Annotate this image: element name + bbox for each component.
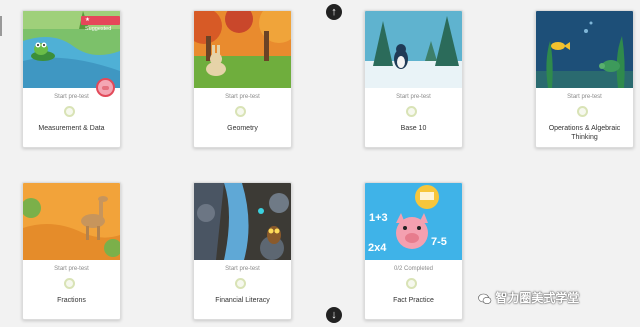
card-status: Start pre-test <box>567 94 602 100</box>
fact-text: 1+3 <box>369 212 388 224</box>
card-illustration-bunny <box>194 11 291 88</box>
card-status: Start pre-test <box>396 94 431 100</box>
medal-icon <box>64 106 75 117</box>
skill-card-measurement-data[interactable]: ★ Suggested Start pre-test Measurement &… <box>22 10 121 148</box>
wechat-icon <box>478 293 492 304</box>
card-illustration-camel <box>23 183 120 260</box>
watermark: 智力圈美式学堂 <box>478 289 579 307</box>
card-illustration-owl <box>194 183 291 260</box>
card-title: Fractions <box>57 297 86 304</box>
card-status: Start pre-test <box>225 94 260 100</box>
card-title: Measurement & Data <box>38 125 105 132</box>
card-title: Base 10 <box>400 125 427 132</box>
card-title: Fact Practice <box>393 297 434 304</box>
arrow-down-circle-icon[interactable]: ↓ <box>326 307 342 323</box>
skill-card-geometry[interactable]: Start pre-test Geometry <box>193 10 292 148</box>
skill-card-base-10[interactable]: Start pre-test Base 10 <box>364 10 463 148</box>
card-title: Geometry <box>227 125 258 132</box>
card-illustration-penguin <box>365 11 462 88</box>
scroll-edge-marker <box>0 16 2 36</box>
medal-icon <box>235 106 246 117</box>
card-title: Financial Literacy <box>215 297 270 304</box>
medal-icon <box>64 278 75 289</box>
fact-text: 2x4 <box>368 242 387 254</box>
watermark-text: 智力圈美式学堂 <box>495 291 580 305</box>
arrow-up-circle-icon[interactable]: ↑ <box>326 4 342 20</box>
card-illustration-pig: 1+3 2x4 7-5 <box>365 183 462 260</box>
fact-text: 7-5 <box>431 236 447 248</box>
medal-icon <box>406 278 417 289</box>
card-status: Start pre-test <box>225 266 260 272</box>
card-status: Start pre-test <box>54 94 89 100</box>
medal-icon <box>406 106 417 117</box>
skill-card-fractions[interactable]: Start pre-test Fractions <box>22 182 121 320</box>
card-status: 0/2 Completed <box>393 266 434 272</box>
card-title: Operations & Algebraic Thinking <box>548 125 621 141</box>
card-illustration-fish-turtle <box>536 11 633 88</box>
skill-card-financial-literacy[interactable]: Start pre-test Financial Literacy <box>193 182 292 320</box>
medal-icon <box>235 278 246 289</box>
medal-icon <box>577 106 588 117</box>
skill-card-fact-practice[interactable]: 1+3 2x4 7-5 0/2 Completed Fact Practice <box>364 182 463 320</box>
suggested-badge: ★ Suggested <box>81 16 120 32</box>
skill-card-operations-algebraic-thinking[interactable]: Start pre-test Operations & Algebraic Th… <box>535 10 634 148</box>
card-status: Start pre-test <box>54 266 89 272</box>
